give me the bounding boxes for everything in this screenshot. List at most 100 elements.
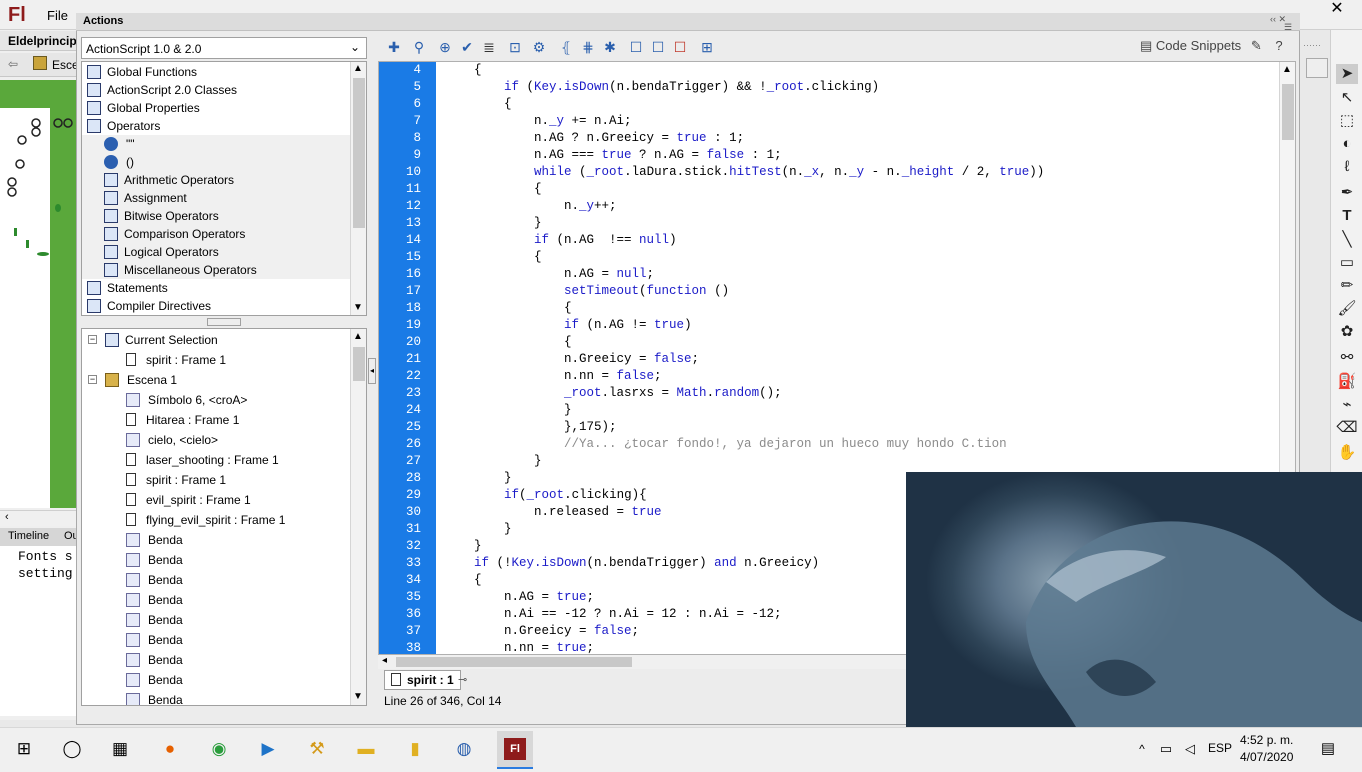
navigator-item[interactable]: flying_evil_spirit : Frame 1 xyxy=(126,510,285,530)
start-icon[interactable]: ⊞ xyxy=(12,738,36,760)
debug-icon[interactable]: ⚙ xyxy=(530,38,548,56)
script-tab[interactable]: spirit : 1 xyxy=(384,670,461,690)
format-icon[interactable]: ≣ xyxy=(480,38,498,56)
toolbox-item[interactable]: () xyxy=(82,153,350,171)
lasso-tool-icon[interactable]: ℓ xyxy=(1336,157,1358,177)
notifications-icon[interactable]: ▤ xyxy=(1316,738,1340,760)
code-snippets-button[interactable]: ▤ Code Snippets ✎ ? xyxy=(1140,38,1283,54)
search-circle-icon[interactable]: ◯ xyxy=(60,738,84,760)
collapse-toggle-icon[interactable]: − xyxy=(88,335,97,345)
editor-scroll-thumb[interactable] xyxy=(1282,84,1294,140)
tab-timeline[interactable]: Timeline xyxy=(0,528,49,546)
toolbox-item[interactable]: Compiler Directives xyxy=(82,297,350,315)
scroll-up-icon[interactable]: ▲ xyxy=(1282,64,1292,75)
pin-script-icon[interactable]: ⊸ xyxy=(458,673,467,686)
navigator-item[interactable]: laser_shooting : Frame 1 xyxy=(126,450,279,470)
clock[interactable]: 4:52 p. m. 4/07/2020 xyxy=(1240,732,1293,766)
back-arrow-icon[interactable]: ⇦ xyxy=(8,57,18,71)
navigator-item[interactable]: Benda xyxy=(126,570,183,590)
free-transform-icon[interactable]: ⬚ xyxy=(1336,111,1358,131)
flash-taskbar-button[interactable]: Fl xyxy=(497,731,533,769)
scroll-up-icon[interactable]: ▲ xyxy=(353,331,363,342)
comment-block-icon[interactable]: ☐ xyxy=(627,38,645,56)
video-editor-icon[interactable]: ▶ xyxy=(256,738,280,760)
navigator-item[interactable]: evil_spirit : Frame 1 xyxy=(126,490,251,510)
pencil-tool-icon[interactable]: ✏ xyxy=(1336,276,1358,296)
toolbox-item[interactable]: Statements xyxy=(82,279,350,297)
navigator-item[interactable]: Símbolo 6, <croA> xyxy=(126,390,247,410)
bone-tool-icon[interactable]: ⚯ xyxy=(1336,348,1358,368)
toolbox-item[interactable]: ActionScript 2.0 Classes xyxy=(82,81,350,99)
add-item-icon[interactable]: ✚ xyxy=(385,38,403,56)
expand-all-icon[interactable]: ✱ xyxy=(601,38,619,56)
paint-bucket-icon[interactable]: ⛽ xyxy=(1336,372,1358,392)
hand-tool-icon[interactable]: ✋ xyxy=(1336,443,1358,463)
document-tab[interactable]: Eldelprincipi xyxy=(0,31,78,51)
comment-line-icon[interactable]: ☐ xyxy=(649,38,667,56)
navigator-item[interactable]: spirit : Frame 1 xyxy=(126,470,226,490)
collapse-toggle-icon[interactable]: − xyxy=(88,375,97,385)
speaker-muted-icon[interactable]: ◁ xyxy=(1178,738,1202,760)
toolbox-item[interactable]: Assignment xyxy=(82,189,350,207)
tray-chevron-icon[interactable]: ^ xyxy=(1130,738,1154,760)
toolbox-scroll-thumb[interactable] xyxy=(353,78,365,228)
toolbox-item[interactable]: Logical Operators xyxy=(82,243,350,261)
editor-hscroll-thumb[interactable] xyxy=(396,657,632,667)
toolbox-item[interactable]: Global Functions xyxy=(82,63,350,81)
navigator-scroll-thumb[interactable] xyxy=(353,347,365,381)
navigator-item[interactable]: Benda xyxy=(126,670,183,690)
navigator-item[interactable]: spirit : Frame 1 xyxy=(126,350,226,370)
target-icon[interactable]: ⊕ xyxy=(436,38,454,56)
scroll-down-icon[interactable]: ▼ xyxy=(353,302,363,313)
language-indicator[interactable]: ESP xyxy=(1208,741,1232,755)
properties-icon[interactable] xyxy=(1306,58,1328,78)
navigator-item[interactable]: Hitarea : Frame 1 xyxy=(126,410,239,430)
navigator-item[interactable]: Benda xyxy=(126,690,183,705)
file-explorer-icon[interactable]: ▬ xyxy=(354,738,378,760)
menu-file[interactable]: File xyxy=(47,8,68,23)
help-icon[interactable]: ? xyxy=(1275,38,1282,53)
show-toolbox-icon[interactable]: ⊞ xyxy=(698,38,716,56)
panel-menu-icon[interactable]: ☰ xyxy=(1284,22,1292,33)
close-window-button[interactable]: ✕ xyxy=(1312,0,1362,18)
navigator-item[interactable]: cielo, <cielo> xyxy=(126,430,218,450)
collapse-sidebar-handle[interactable]: ◂ xyxy=(368,358,376,384)
check-syntax-icon[interactable]: ✔ xyxy=(458,38,476,56)
navigator-item[interactable]: − Escena 1 xyxy=(88,370,177,390)
task-view-icon[interactable]: ▦ xyxy=(108,738,132,760)
navigator-item[interactable]: Benda xyxy=(126,610,183,630)
scroll-up-icon[interactable]: ▲ xyxy=(353,63,363,74)
browser-icon[interactable]: ◍ xyxy=(452,738,476,760)
navigator-item[interactable]: Benda xyxy=(126,650,183,670)
firefox-icon[interactable]: ● xyxy=(158,738,182,760)
navigator-item[interactable]: Benda xyxy=(126,550,183,570)
document-icon[interactable]: ▮ xyxy=(403,738,427,760)
code-hint-icon[interactable]: ⊡ xyxy=(506,38,524,56)
navigator-item[interactable]: Benda xyxy=(126,590,183,610)
network-icon[interactable]: ▭ xyxy=(1154,738,1178,760)
navigator-item[interactable]: − Current Selection xyxy=(88,330,218,350)
rectangle-tool-icon[interactable]: ▭ xyxy=(1336,253,1358,273)
chrome-icon[interactable]: ◉ xyxy=(207,738,231,760)
tool-icon[interactable]: ⚒ xyxy=(305,738,329,760)
toolbox-item[interactable]: Global Properties xyxy=(82,99,350,117)
scroll-left-icon[interactable]: ‹ xyxy=(5,511,9,523)
toolbox-item[interactable]: Comparison Operators xyxy=(82,225,350,243)
navigator-item[interactable]: Benda xyxy=(126,630,183,650)
selection-tool-icon[interactable]: ➤ xyxy=(1336,64,1358,84)
panel-grip[interactable]: ⋯⋯ xyxy=(1303,40,1321,51)
remove-comment-icon[interactable]: ☐ xyxy=(671,38,689,56)
stage-horizontal-scrollbar[interactable]: ‹ xyxy=(0,510,78,526)
scroll-left-icon[interactable]: ◂ xyxy=(382,655,387,666)
eyedropper-icon[interactable]: ⌁ xyxy=(1336,395,1358,415)
line-tool-icon[interactable]: ╲ xyxy=(1336,230,1358,250)
brush-tool-icon[interactable]: 🖌 xyxy=(1336,299,1358,319)
find-icon[interactable]: ⚲ xyxy=(410,38,428,56)
toolbox-item[interactable]: "" xyxy=(82,135,350,153)
toolbox-scrollbar[interactable]: ▲ ▼ xyxy=(350,62,366,315)
collapse-braces-icon[interactable]: ⦃ xyxy=(557,38,575,56)
collapse-selection-icon[interactable]: ⋕ xyxy=(579,38,597,56)
subselection-tool-icon[interactable]: ↖ xyxy=(1336,88,1358,108)
deco-tool-icon[interactable]: ✿ xyxy=(1336,322,1358,342)
wand-icon[interactable]: ✎ xyxy=(1251,38,1262,53)
